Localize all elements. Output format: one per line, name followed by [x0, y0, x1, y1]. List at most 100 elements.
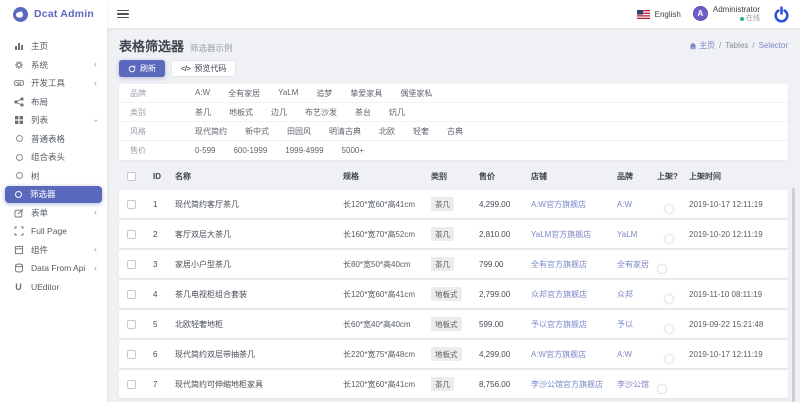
filter-option[interactable]: 现代简约	[195, 126, 227, 137]
sidebar-item-label: 普通表格	[31, 133, 97, 145]
filter-option[interactable]: 茶台	[355, 107, 371, 118]
filter-option[interactable]: 5000+	[342, 146, 364, 155]
home-icon	[689, 42, 697, 50]
filter-option[interactable]: 地板式	[229, 107, 253, 118]
sidebar-menu: 主页 系统 ‹ 开发工具 ‹ 布局 列表 ‹	[0, 28, 107, 296]
filter-option[interactable]: 布艺沙发	[305, 107, 337, 118]
sidebar-toggle-button[interactable]	[117, 10, 129, 19]
filter-option[interactable]: A:W	[195, 88, 210, 99]
preview-code-button[interactable]: </> 预览代码	[171, 60, 236, 77]
cell-name: 北欧轻奢地柜	[175, 319, 343, 330]
shop-link[interactable]: A:W官方旗舰店	[531, 199, 617, 210]
cell-spec: 长220*宽75*高48cm	[343, 349, 431, 360]
brand-link[interactable]: 李沙公馆	[617, 379, 657, 390]
shop-link[interactable]: 全有官方旗舰店	[531, 259, 617, 270]
header-price: 售价	[479, 171, 531, 182]
header-spec: 规格	[343, 171, 431, 182]
sidebar-item-combined-header[interactable]: 组合表头	[0, 148, 107, 167]
cell-time: 2019-10-17 12:11:19	[689, 350, 788, 359]
filter-option[interactable]: 全有家居	[228, 88, 260, 99]
filter-row-category: 类别 茶几 地板式 边几 布艺沙发 茶台 炕几	[119, 103, 788, 122]
table-row: 1 现代简约客厅茶几 长120*宽60*高41cm 茶几 4,299.00 A:…	[119, 190, 788, 218]
filter-option[interactable]: 1999-4999	[285, 146, 323, 155]
sidebar-item-system[interactable]: 系统 ‹	[0, 56, 107, 75]
header-brand: 品牌	[617, 171, 657, 182]
sidebar-item-tables[interactable]: 列表 ‹	[0, 111, 107, 130]
cell-id: 1	[153, 200, 175, 209]
circle-bullet-icon	[16, 172, 23, 179]
filter-option[interactable]: 古典	[447, 126, 463, 137]
brand-link[interactable]: 予以	[617, 319, 657, 330]
filter-option[interactable]: 炕几	[389, 107, 405, 118]
brand-link[interactable]: A:W	[617, 350, 657, 359]
sidebar-item-tree[interactable]: 树	[0, 167, 107, 186]
filter-option[interactable]: 明清古典	[329, 126, 361, 137]
filter-option[interactable]: 茶几	[195, 107, 211, 118]
cell-time: 2019-11-10 08:11:19	[689, 290, 788, 299]
brand-logo[interactable]: Dcat Admin	[0, 0, 107, 28]
page-title: 表格筛选器	[119, 36, 184, 55]
filter-option[interactable]: 追梦	[316, 88, 332, 99]
brand-link[interactable]: A:W	[617, 200, 657, 209]
table-header: ID 名称 规格 类别 售价 店铺 品牌 上架? 上架时间	[119, 164, 788, 190]
user-menu[interactable]: A Administrator 在线	[693, 5, 760, 22]
select-all-checkbox[interactable]	[127, 172, 136, 181]
shop-link[interactable]: 众邦官方旗舰店	[531, 289, 617, 300]
filter-option[interactable]: YaLM	[278, 88, 298, 99]
cell-spec: 长120*宽60*高41cm	[343, 289, 431, 300]
breadcrumb-current[interactable]: Selector	[759, 41, 788, 50]
sidebar-item-selector-active[interactable]: 筛选器	[5, 186, 102, 203]
cell-name: 客厅双层大茶几	[175, 229, 343, 240]
cell-spec: 长120*宽60*高41cm	[343, 379, 431, 390]
sidebar-item-data-from-api[interactable]: Data From Api ‹	[0, 259, 107, 278]
power-icon	[773, 6, 790, 23]
shop-link[interactable]: 李沙公馆官方旗舰店	[531, 379, 617, 390]
vertical-scrollbar[interactable]	[792, 188, 795, 402]
logout-power-button[interactable]	[772, 5, 790, 23]
row-checkbox[interactable]	[127, 200, 136, 209]
language-switcher[interactable]: English	[637, 10, 681, 19]
brand-link[interactable]: 众邦	[617, 289, 657, 300]
row-checkbox[interactable]	[127, 230, 136, 239]
shop-link[interactable]: A:W官方旗舰店	[531, 349, 617, 360]
cell-spec: 长60*宽40*高40cm	[343, 319, 431, 330]
filter-label: 风格	[119, 126, 195, 137]
row-checkbox[interactable]	[127, 290, 136, 299]
filter-option[interactable]: 新中式	[245, 126, 269, 137]
filter-option[interactable]: 田园风	[287, 126, 311, 137]
sidebar-item-basic-table[interactable]: 普通表格	[0, 130, 107, 149]
row-checkbox[interactable]	[127, 260, 136, 269]
brand-link[interactable]: 全有家居	[617, 259, 657, 270]
table-body: 1 现代简约客厅茶几 长120*宽60*高41cm 茶几 4,299.00 A:…	[119, 190, 788, 398]
filter-option[interactable]: 挚爱家具	[350, 88, 382, 99]
sidebar-item-ueditor[interactable]: U UEditor	[0, 278, 107, 297]
user-name: Administrator	[713, 5, 760, 14]
header-onsale: 上架?	[657, 171, 689, 182]
filter-option[interactable]: 轻奢	[413, 126, 429, 137]
us-flag-icon	[637, 10, 650, 19]
row-checkbox[interactable]	[127, 350, 136, 359]
shop-link[interactable]: 予以官方旗舰店	[531, 319, 617, 330]
sidebar-item-components[interactable]: 组件 ‹	[0, 241, 107, 260]
sidebar-item-home[interactable]: 主页	[0, 37, 107, 56]
shop-link[interactable]: YaLM官方旗舰店	[531, 229, 617, 240]
sidebar-item-full-page[interactable]: Full Page	[0, 222, 107, 241]
filter-option[interactable]: 600-1999	[233, 146, 267, 155]
grid-icon	[13, 115, 24, 126]
sidebar-item-label: 列表	[31, 114, 94, 126]
filter-option[interactable]: 北欧	[379, 126, 395, 137]
refresh-button[interactable]: 刷新	[119, 60, 165, 77]
filter-option[interactable]: 偶堡家私	[400, 88, 432, 99]
filter-option[interactable]: 边几	[271, 107, 287, 118]
filter-label: 售价	[119, 145, 195, 156]
cell-id: 6	[153, 350, 175, 359]
cell-spec: 长80*宽50*高40cm	[343, 259, 431, 270]
breadcrumb-home-link[interactable]: 主页	[689, 40, 715, 51]
row-checkbox[interactable]	[127, 320, 136, 329]
sidebar-item-form[interactable]: 表单 ‹	[0, 204, 107, 223]
filter-option[interactable]: 0-599	[195, 146, 215, 155]
brand-link[interactable]: YaLM	[617, 230, 657, 239]
row-checkbox[interactable]	[127, 380, 136, 389]
sidebar-item-devtools[interactable]: 开发工具 ‹	[0, 74, 107, 93]
sidebar-item-layout[interactable]: 布局	[0, 93, 107, 112]
